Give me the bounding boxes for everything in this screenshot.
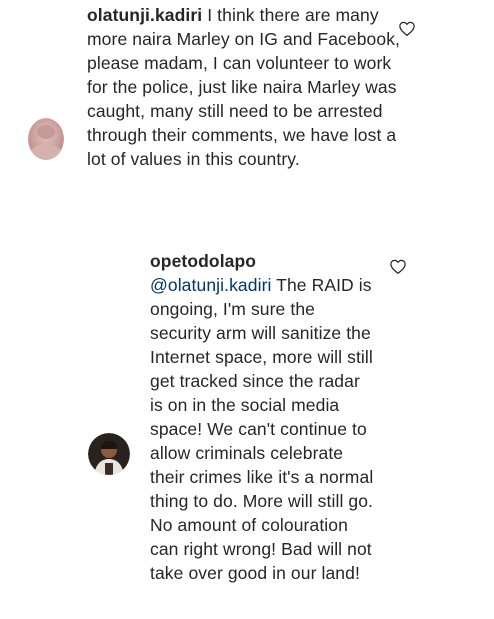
comment-text: I think there are many more naira Marley… [87,5,401,169]
reply-username[interactable]: opetodolapo [150,251,256,271]
reply-mention[interactable]: @olatunji.kadiri [150,275,272,295]
heart-outline-icon[interactable] [398,20,416,38]
heart-outline-icon[interactable] [389,258,407,276]
user-avatar-image [88,433,130,475]
comment-item: olatunji.kadiri I think there are many m… [0,0,494,240]
reply-text: The RAID is ongoing, I'm sure the securi… [150,275,374,583]
comment-avatar[interactable] [28,118,64,160]
comment-username[interactable]: olatunji.kadiri [87,5,202,25]
comment-body: olatunji.kadiri I think there are many m… [87,3,407,171]
reply-body: opetodolapo @olatunji.kadiri The RAID is… [150,249,376,585]
reply-item: opetodolapo @olatunji.kadiri The RAID is… [0,240,494,619]
reply-avatar[interactable] [88,433,130,475]
user-avatar-image [28,118,64,160]
